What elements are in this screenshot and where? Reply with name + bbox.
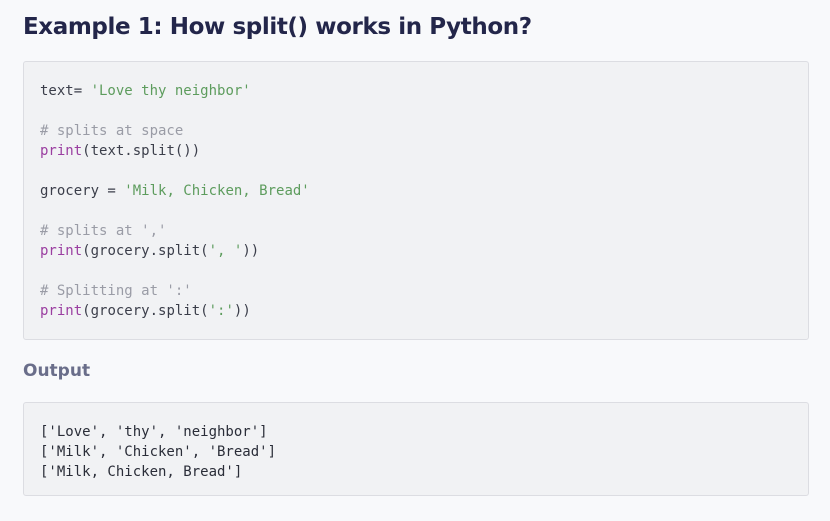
code-line: print(text.split()) [40, 141, 792, 161]
output-line: ['Love', 'thy', 'neighbor'] [40, 424, 268, 440]
code-token: # splits at space [40, 123, 184, 139]
code-token: )) [242, 243, 260, 259]
output-heading: Output [23, 361, 91, 381]
output-line: ['Milk, Chicken, Bread'] [40, 464, 243, 480]
code-token: (grocery.split( [82, 243, 209, 259]
code-token: print [40, 243, 83, 259]
code-token: text= [40, 83, 91, 99]
code-token: 'Love thy neighbor' [90, 83, 251, 99]
code-token: # Splitting at ':' [40, 283, 192, 299]
code-token: print [40, 303, 83, 319]
code-token: # splits at ',' [40, 223, 167, 239]
output-block[interactable]: ['Love', 'thy', 'neighbor'] ['Milk', 'Chi… [23, 402, 809, 496]
code-token: grocery = [40, 183, 125, 199]
code-token: 'Milk, Chicken, Bread' [124, 183, 310, 199]
code-token: ', ' [208, 243, 243, 259]
code-token: print [40, 143, 83, 159]
code-token: (text.split()) [82, 143, 201, 159]
code-token: (grocery.split( [82, 303, 209, 319]
code-line: text= 'Love thy neighbor' [40, 81, 792, 101]
example-heading: Example 1: How split() works in Python? [23, 14, 532, 40]
code-block[interactable]: text= 'Love thy neighbor' # splits at spa… [23, 61, 809, 340]
code-line: # splits at space [40, 121, 792, 141]
code-line: grocery = 'Milk, Chicken, Bread' [40, 181, 792, 201]
code-line: print(grocery.split(', ')) [40, 241, 792, 261]
code-token: )) [233, 303, 251, 319]
code-token: ':' [208, 303, 234, 319]
output-line: ['Milk', 'Chicken', 'Bread'] [40, 444, 277, 460]
code-line: print(grocery.split(':')) [40, 301, 792, 321]
code-line: # Splitting at ':' [40, 281, 792, 301]
code-line: # splits at ',' [40, 221, 792, 241]
